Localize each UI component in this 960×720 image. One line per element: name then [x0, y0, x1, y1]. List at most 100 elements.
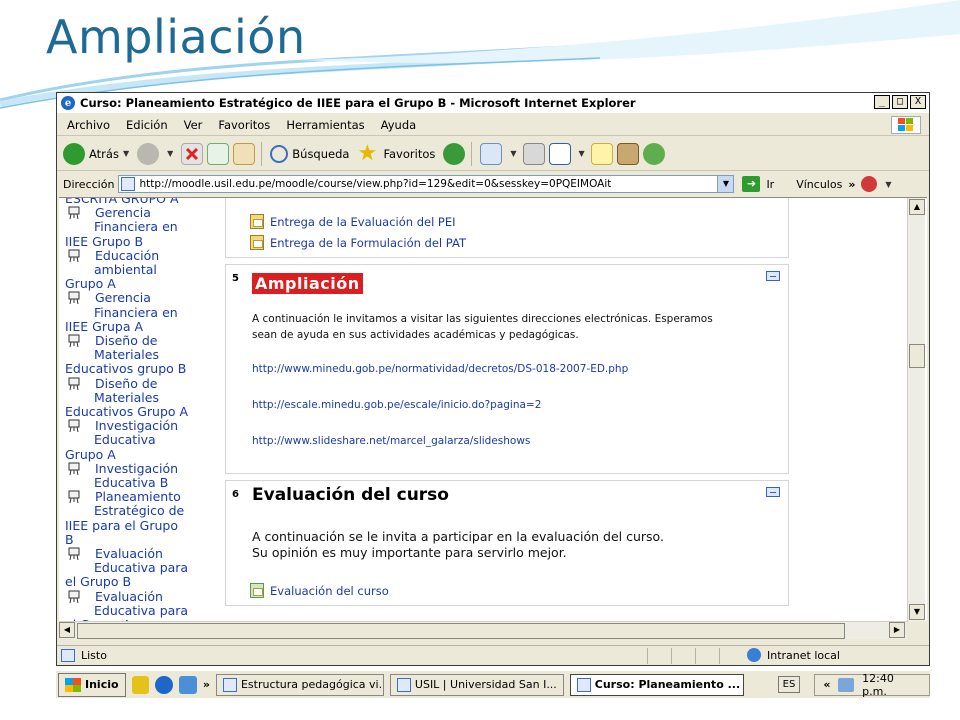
resource-link[interactable]: Entrega de la Evaluación del PEI — [250, 214, 456, 229]
nav-item[interactable]: Educación ambiental Grupo A — [65, 248, 211, 292]
search-button[interactable]: Búsqueda — [270, 144, 349, 163]
external-link[interactable]: http://www.slideshare.net/marcel_galarza… — [252, 435, 530, 447]
taskbar-item-word[interactable]: Estructura pedagógica vi... — [215, 673, 384, 696]
address-dropdown-icon[interactable]: ▼ — [717, 176, 734, 192]
forward-dropdown-icon: ▼ — [167, 149, 174, 158]
back-arrow-icon — [63, 142, 85, 165]
ie-quicklaunch-icon[interactable] — [155, 675, 174, 694]
nav-item[interactable]: EvaluaciónEducativa parael Grupo A — [65, 589, 211, 622]
course-icon — [67, 291, 81, 305]
menu-ver[interactable]: Ver — [184, 118, 203, 132]
favorites-button[interactable]: ★ Favoritos — [357, 142, 436, 165]
section-summary-line: A continuación le invitamos a visitar la… — [252, 313, 713, 325]
page-icon — [61, 649, 75, 662]
external-link[interactable]: http://www.minedu.gob.pe/normatividad/de… — [252, 363, 628, 375]
taskbar-item-usil[interactable]: USIL | Universidad San I... — [389, 673, 564, 696]
course-nav-panel: ESCRITA GRUPO A Gerencia Financiera en IIE… — [59, 198, 211, 622]
nav-item-label: Investigación — [95, 418, 179, 434]
nav-item[interactable]: Diseño de Materiales Educativos Grupo A — [65, 376, 211, 420]
start-label: Inicio — [85, 678, 119, 691]
mail-dropdown-icon[interactable]: ▼ — [510, 149, 516, 158]
translate-icon — [861, 176, 878, 192]
nav-list: Gerencia Financiera en IIEE Grupo B Educaci… — [65, 206, 211, 622]
menu-archivo[interactable]: Archivo — [67, 118, 110, 132]
mail-icon[interactable] — [480, 142, 503, 165]
quicklaunch-icon[interactable] — [179, 675, 197, 694]
collapse-icon[interactable] — [766, 271, 780, 281]
scroll-down-icon[interactable]: ▼ — [909, 604, 925, 620]
vertical-scrollbar[interactable]: ▲ ▼ — [907, 198, 925, 622]
language-indicator[interactable]: ES — [777, 676, 801, 693]
maximize-button[interactable]: □ — [892, 95, 908, 109]
scroll-thumb[interactable] — [77, 623, 845, 639]
nav-item[interactable]: Gerencia Financiera en IIEE Grupa A — [65, 291, 211, 334]
go-label: Ir — [766, 177, 775, 191]
nav-item[interactable]: Evaluación Educativa para el Grupo B — [65, 546, 211, 590]
nav-item[interactable]: Planeamiento Estratégico de IIEE para el G… — [65, 490, 211, 547]
research-icon[interactable] — [616, 142, 639, 165]
nav-item-label: Gerencia — [95, 290, 151, 306]
status-text: Listo — [81, 649, 107, 662]
back-button[interactable]: Atrás ▼ — [63, 142, 130, 165]
toolbar: Atrás ▼ ▼ Búsqueda ★ Favoritos ▼ ▼ — [57, 137, 929, 171]
stop-icon[interactable] — [181, 142, 204, 165]
section-summary-line: A continuación se le invita a participar… — [252, 529, 664, 544]
clock: 12:40 p.m. — [862, 671, 894, 698]
ie-icon — [396, 677, 411, 692]
security-zone: Intranet local — [747, 648, 840, 662]
assignment-icon — [250, 235, 264, 250]
close-button[interactable]: X — [910, 95, 926, 109]
network-icon[interactable] — [838, 677, 855, 692]
edit-dropdown-icon[interactable]: ▼ — [579, 149, 585, 158]
back-dropdown-icon: ▼ — [122, 149, 130, 158]
links-label: Vínculos — [796, 177, 843, 191]
scroll-left-icon[interactable]: ◀ — [59, 622, 75, 638]
nav-item-label: Estratégico de — [94, 503, 185, 519]
messenger-icon[interactable] — [642, 142, 665, 165]
chevron-right-icon[interactable]: » — [203, 678, 210, 691]
feedback-link[interactable]: Evaluación del curso — [250, 583, 389, 598]
horizontal-scrollbar[interactable]: ◀ ▶ — [59, 621, 907, 639]
chevron-left-icon[interactable]: « — [823, 678, 830, 691]
feedback-icon — [250, 583, 264, 598]
address-input[interactable]: http://moodle.usil.edu.pe/moodle/course/… — [118, 175, 735, 193]
collapse-icon[interactable] — [766, 487, 780, 497]
scroll-right-icon[interactable]: ▶ — [889, 622, 905, 638]
task-label: USIL | Universidad San I... — [414, 678, 557, 691]
favorites-label: Favoritos — [383, 146, 436, 161]
ie-icon: e — [61, 96, 75, 110]
start-button[interactable]: Inicio — [58, 672, 126, 697]
section-box-5: 5 Ampliación A continuación le invitamos… — [225, 264, 789, 474]
section-number: 6 — [232, 489, 239, 500]
taskbar-item-curso[interactable]: Curso: Planeamiento ... — [569, 673, 744, 696]
menu-ayuda[interactable]: Ayuda — [381, 118, 417, 132]
home-icon[interactable] — [233, 142, 256, 165]
address-label: Dirección — [63, 177, 115, 191]
nav-item[interactable]: Investigación Educativa Grupo A — [65, 419, 211, 462]
menu-edicion[interactable]: Edición — [126, 118, 168, 132]
course-main: Entrega de la Evaluación del PEI Entrega… — [211, 198, 907, 622]
quicklaunch-app-icon[interactable] — [131, 675, 150, 694]
resource-link[interactable]: Entrega de la Formulación del PAT — [250, 235, 466, 250]
section-number: 5 — [232, 273, 239, 284]
go-button[interactable]: ➜ Ir — [742, 176, 774, 192]
menu-favoritos[interactable]: Favoritos — [218, 118, 270, 132]
nav-item[interactable]: Gerencia Financiera en IIEE Grupo B — [65, 206, 211, 249]
refresh-icon[interactable] — [207, 142, 230, 165]
minimize-button[interactable]: _ — [874, 95, 890, 109]
nav-item[interactable]: Diseño de Materiales Educativos grupo B — [65, 333, 211, 377]
external-link[interactable]: http://escale.minedu.gob.pe/escale/inici… — [252, 399, 541, 411]
nav-item-label: ambiental — [94, 262, 157, 278]
links-toolbar[interactable]: Vínculos » ▼ — [796, 176, 892, 192]
print-icon[interactable] — [522, 142, 545, 165]
resource-label: Entrega de la Formulación del PAT — [270, 235, 466, 250]
discuss-icon[interactable] — [590, 142, 613, 165]
menu-herramientas[interactable]: Herramientas — [286, 118, 364, 132]
scroll-up-icon[interactable]: ▲ — [909, 199, 925, 215]
scroll-thumb[interactable] — [909, 344, 925, 368]
nav-item[interactable]: Investigación Educativa B — [65, 461, 211, 490]
history-icon[interactable] — [443, 142, 466, 165]
forward-button[interactable]: ▼ — [137, 142, 174, 165]
word-edit-icon[interactable] — [548, 142, 571, 165]
ie-icon — [576, 677, 591, 692]
